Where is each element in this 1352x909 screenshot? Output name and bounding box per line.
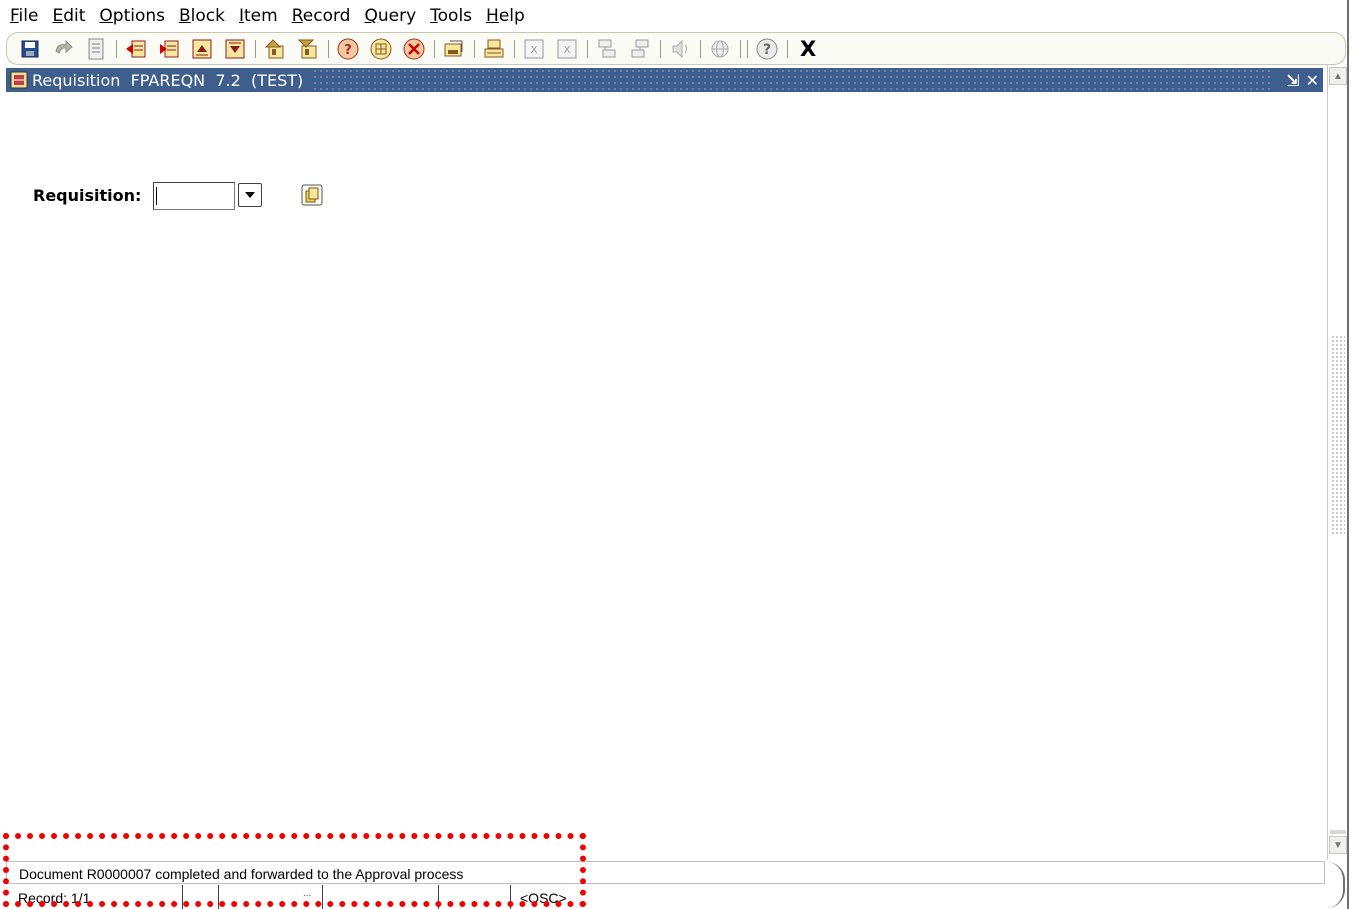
menu-query[interactable]: Query bbox=[364, 6, 416, 26]
toolbar: ? X X ? X bbox=[6, 32, 1346, 65]
window-title: Requisition FPAREQN 7.2 (TEST) bbox=[32, 70, 304, 90]
previous-field-icon[interactable] bbox=[156, 36, 182, 62]
menu-record[interactable]: Record bbox=[292, 6, 351, 26]
enter-query-icon[interactable] bbox=[262, 36, 288, 62]
svg-text:X: X bbox=[564, 45, 571, 56]
previous-record-icon[interactable] bbox=[222, 36, 248, 62]
help-icon[interactable]: ? bbox=[754, 36, 780, 62]
status-divider bbox=[510, 885, 511, 909]
insert-record-icon[interactable]: ? bbox=[335, 36, 361, 62]
next-field-icon[interactable] bbox=[123, 36, 149, 62]
options-icon[interactable] bbox=[594, 36, 620, 62]
svg-text:?: ? bbox=[763, 42, 771, 58]
menu-edit[interactable]: Edit bbox=[52, 6, 85, 26]
vertical-scrollbar[interactable]: ▲ ▼ bbox=[1327, 65, 1347, 860]
status-message-bar: Document R0000007 completed and forwarde… bbox=[6, 861, 1325, 884]
status-divider bbox=[182, 885, 183, 909]
toolbar-separator bbox=[660, 39, 661, 58]
menu-item[interactable]: Item bbox=[239, 6, 278, 26]
menu-tools[interactable]: Tools bbox=[430, 6, 472, 26]
chevron-down-icon bbox=[245, 192, 255, 198]
requisition-input[interactable] bbox=[153, 182, 235, 210]
toolbar-separator bbox=[587, 39, 588, 58]
exit-button[interactable]: X bbox=[800, 37, 816, 61]
toolbar-separator bbox=[434, 39, 435, 58]
toolbar-separator bbox=[740, 39, 741, 58]
window-right-edge bbox=[1347, 0, 1349, 909]
toolbar-separator bbox=[747, 39, 748, 58]
menu-bar: File Edit Options Block Item Record Query Tools… bbox=[0, 0, 1352, 32]
status-bar: Record: 1/1 ... <OSC> bbox=[6, 885, 1325, 909]
block-icon[interactable] bbox=[368, 36, 394, 62]
execute-query-icon[interactable] bbox=[295, 36, 321, 62]
text-cursor bbox=[156, 187, 157, 205]
remove-record-icon[interactable] bbox=[401, 36, 427, 62]
globe-icon[interactable] bbox=[707, 36, 733, 62]
toolbar-separator bbox=[328, 39, 329, 58]
next-block-icon[interactable] bbox=[481, 36, 507, 62]
scroll-track-mark bbox=[1330, 830, 1346, 834]
copy-icon bbox=[301, 184, 323, 206]
svg-text:X: X bbox=[531, 45, 538, 56]
status-lov-indicator: ... bbox=[303, 888, 312, 899]
svg-text:?: ? bbox=[344, 43, 352, 58]
toolbar-separator bbox=[255, 39, 256, 58]
window-corner bbox=[1323, 862, 1345, 908]
toolbar-separator bbox=[474, 39, 475, 58]
menu-options[interactable]: Options bbox=[99, 6, 165, 26]
toolbar-separator bbox=[700, 39, 701, 58]
rollback-icon[interactable] bbox=[50, 36, 76, 62]
requisition-label: Requisition: bbox=[33, 186, 142, 205]
scroll-thumb[interactable] bbox=[1331, 335, 1345, 535]
close-icon[interactable]: ✕ bbox=[1306, 71, 1319, 90]
form-window-icon bbox=[10, 71, 28, 89]
record-count: Record: 1/1 bbox=[18, 890, 91, 906]
extract-all-icon[interactable]: X bbox=[554, 36, 580, 62]
print-icon[interactable] bbox=[83, 36, 109, 62]
toolbar-separator bbox=[116, 39, 117, 58]
minimize-icon[interactable]: ⇲ bbox=[1286, 71, 1299, 90]
menu-file[interactable]: File bbox=[10, 6, 38, 26]
menu-block[interactable]: Block bbox=[179, 6, 225, 26]
scroll-down-icon[interactable]: ▼ bbox=[1329, 836, 1347, 854]
speaker-icon[interactable] bbox=[667, 36, 693, 62]
save-icon[interactable] bbox=[17, 36, 43, 62]
scroll-up-icon[interactable]: ▲ bbox=[1329, 67, 1347, 85]
requisition-dropdown-button[interactable] bbox=[238, 183, 262, 207]
window-title-bar: Requisition FPAREQN 7.2 (TEST) ⇲ ✕ bbox=[6, 68, 1323, 92]
extract-icon[interactable]: X bbox=[521, 36, 547, 62]
status-divider bbox=[322, 885, 323, 909]
more-options-icon[interactable] bbox=[627, 36, 653, 62]
print-block-icon[interactable] bbox=[441, 36, 467, 62]
copy-requisition-button[interactable] bbox=[299, 182, 325, 208]
status-message: Document R0000007 completed and forwarde… bbox=[19, 866, 464, 882]
menu-help[interactable]: Help bbox=[486, 6, 525, 26]
status-divider bbox=[438, 885, 439, 909]
toolbar-separator bbox=[787, 39, 788, 58]
status-mode: <OSC> bbox=[520, 890, 567, 906]
toolbar-separator bbox=[514, 39, 515, 58]
next-record-icon[interactable] bbox=[189, 36, 215, 62]
status-divider bbox=[218, 885, 219, 909]
